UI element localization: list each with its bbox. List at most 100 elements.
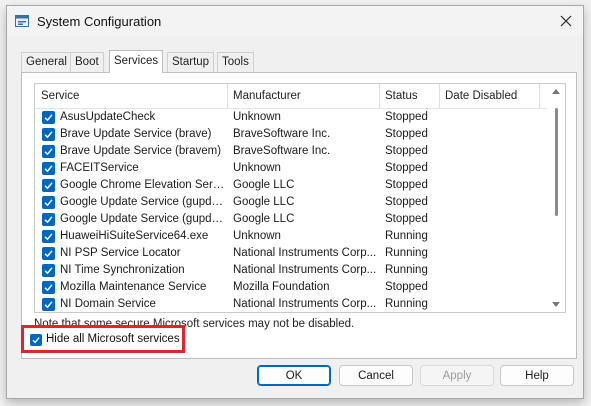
checkmark-icon <box>44 284 53 292</box>
service-name: NI Time Synchronization <box>60 264 185 276</box>
service-row[interactable]: Google Chrome Elevation Servic... Google… <box>35 177 547 194</box>
service-status: Stopped <box>385 179 428 191</box>
service-manufacturer: Google LLC <box>233 196 295 208</box>
service-status: Stopped <box>385 128 428 140</box>
service-name: HuaweiHiSuiteService64.exe <box>60 230 209 242</box>
service-checkbox[interactable] <box>42 162 55 175</box>
service-row[interactable]: Brave Update Service (bravem) BraveSoftw… <box>35 143 547 160</box>
service-row[interactable]: FACEITService Unknown Stopped <box>35 160 547 177</box>
help-button[interactable]: Help <box>500 365 574 386</box>
column-header-service[interactable]: Service <box>35 84 227 108</box>
hide-microsoft-services-label[interactable]: Hide all Microsoft services <box>46 333 180 345</box>
service-manufacturer: Unknown <box>233 230 281 242</box>
system-configuration-window: System Configuration General Boot Servic… <box>6 5 584 399</box>
service-name: Google Chrome Elevation Servic... <box>60 179 226 191</box>
checkmark-icon <box>44 165 53 173</box>
service-status: Running <box>385 230 428 242</box>
service-status: Stopped <box>385 145 428 157</box>
service-status: Running <box>385 298 428 310</box>
service-name: NI Domain Service <box>60 298 156 310</box>
checkmark-icon <box>32 337 40 344</box>
scroll-up-arrow-icon[interactable] <box>552 88 560 94</box>
service-name: AsusUpdateCheck <box>60 111 156 123</box>
service-name: NI PSP Service Locator <box>60 247 181 259</box>
service-status: Stopped <box>385 281 428 293</box>
service-status: Running <box>385 264 428 276</box>
service-manufacturer: Unknown <box>233 162 281 174</box>
service-checkbox[interactable] <box>42 128 55 141</box>
tab-general[interactable]: General <box>21 52 72 72</box>
service-status: Stopped <box>385 111 428 123</box>
service-status: Stopped <box>385 196 428 208</box>
window-title: System Configuration <box>37 14 162 29</box>
service-row[interactable]: Google Update Service (gupdate) Google L… <box>35 194 547 211</box>
checkmark-icon <box>44 233 53 241</box>
scrollbar-thumb[interactable] <box>555 108 558 216</box>
column-header-date-disabled[interactable]: Date Disabled <box>439 84 539 108</box>
service-row[interactable]: NI PSP Service Locator National Instrume… <box>35 245 547 262</box>
service-manufacturer: Google LLC <box>233 213 295 225</box>
service-manufacturer: Google LLC <box>233 179 295 191</box>
services-list[interactable]: Service Manufacturer Status Date Disable… <box>34 83 566 313</box>
tab-boot[interactable]: Boot <box>70 52 104 72</box>
column-header-status[interactable]: Status <box>379 84 439 108</box>
service-manufacturer: Mozilla Foundation <box>233 281 330 293</box>
service-manufacturer: BraveSoftware Inc. <box>233 128 331 140</box>
list-header: Service Manufacturer Status Date Disable… <box>35 84 547 109</box>
service-manufacturer: Unknown <box>233 111 281 123</box>
service-name: Google Update Service (gupdate) <box>60 196 226 208</box>
tab-services[interactable]: Services <box>109 50 164 73</box>
service-checkbox[interactable] <box>42 298 55 311</box>
service-checkbox[interactable] <box>42 179 55 192</box>
service-manufacturer: National Instruments Corp... <box>233 298 377 310</box>
checkmark-icon <box>44 267 53 275</box>
hide-microsoft-services-checkbox[interactable] <box>30 334 42 346</box>
service-row[interactable]: Brave Update Service (brave) BraveSoftwa… <box>35 126 547 143</box>
checkmark-icon <box>44 199 53 207</box>
tab-startup[interactable]: Startup <box>167 52 215 72</box>
tab-tools[interactable]: Tools <box>217 52 254 72</box>
service-checkbox[interactable] <box>42 196 55 209</box>
checkmark-icon <box>44 182 53 190</box>
checkmark-icon <box>44 131 53 139</box>
service-checkbox[interactable] <box>42 247 55 260</box>
close-button[interactable] <box>555 10 577 32</box>
service-checkbox[interactable] <box>42 264 55 277</box>
checkmark-icon <box>44 216 53 224</box>
service-checkbox[interactable] <box>42 230 55 243</box>
column-divider[interactable] <box>539 84 540 108</box>
service-name: Google Update Service (gupdatem) <box>60 213 226 225</box>
vertical-scrollbar[interactable] <box>548 84 565 312</box>
service-manufacturer: National Instruments Corp... <box>233 264 377 276</box>
service-checkbox[interactable] <box>42 281 55 294</box>
service-checkbox[interactable] <box>42 111 55 124</box>
service-row[interactable]: AsusUpdateCheck Unknown Stopped <box>35 109 547 126</box>
column-header-manufacturer[interactable]: Manufacturer <box>227 84 379 108</box>
service-row[interactable]: Mozilla Maintenance Service Mozilla Foun… <box>35 279 547 296</box>
ok-button[interactable]: OK <box>257 365 331 386</box>
service-name: Brave Update Service (brave) <box>60 128 212 140</box>
apply-button[interactable]: Apply <box>420 365 494 386</box>
scroll-down-arrow-icon[interactable] <box>552 302 560 308</box>
service-checkbox[interactable] <box>42 145 55 158</box>
checkmark-icon <box>44 301 53 309</box>
checkmark-icon <box>44 250 53 258</box>
services-panel: Service Manufacturer Status Date Disable… <box>21 72 577 359</box>
service-name: Brave Update Service (bravem) <box>60 145 222 157</box>
service-name: FACEITService <box>60 162 139 174</box>
service-status: Stopped <box>385 213 428 225</box>
service-manufacturer: BraveSoftware Inc. <box>233 145 331 157</box>
service-row[interactable]: HuaweiHiSuiteService64.exe Unknown Runni… <box>35 228 547 245</box>
hide-microsoft-services-option[interactable]: Hide all Microsoft services <box>21 325 185 353</box>
service-manufacturer: National Instruments Corp... <box>233 247 377 259</box>
services-rows: AsusUpdateCheck Unknown Stopped Brave Up… <box>35 109 547 312</box>
service-name: Mozilla Maintenance Service <box>60 281 207 293</box>
cancel-button[interactable]: Cancel <box>339 365 413 386</box>
service-row[interactable]: Google Update Service (gupdatem) Google … <box>35 211 547 228</box>
service-checkbox[interactable] <box>42 213 55 226</box>
checkmark-icon <box>44 114 53 122</box>
service-row[interactable]: NI Time Synchronization National Instrum… <box>35 262 547 279</box>
checkmark-icon <box>44 148 53 156</box>
title-bar[interactable]: System Configuration <box>7 6 583 36</box>
service-row[interactable]: NI Domain Service National Instruments C… <box>35 296 547 312</box>
